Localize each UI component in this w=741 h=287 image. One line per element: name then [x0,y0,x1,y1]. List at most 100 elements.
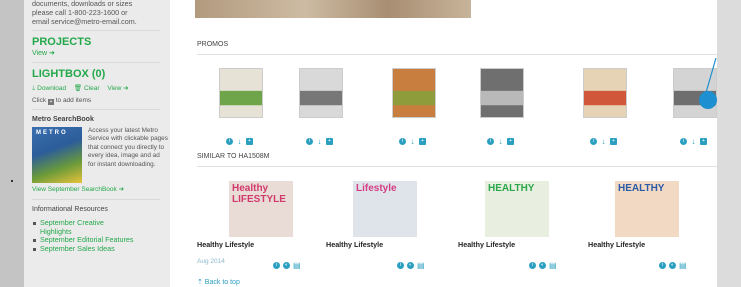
promo-image[interactable] [583,68,627,118]
similar-cover[interactable]: Healthy LIFESTYLE [229,181,293,237]
info-icon[interactable]: i [659,262,666,270]
promo-image[interactable] [480,68,524,118]
lightbox-download-link[interactable]: 🡓 Download [32,85,66,92]
download-icon[interactable]: ↓ [236,138,243,146]
info-icon[interactable]: i [590,138,597,146]
lightbox-actions: 🡓 Download 🗑 Clear View ➔ [32,84,170,93]
divider [32,30,160,31]
promo-image[interactable] [219,68,263,118]
back-to-top-link[interactable]: ⇡ Back to top [197,278,240,286]
divider [32,109,160,110]
similar-title[interactable]: Healthy Lifestyle [588,240,645,249]
promo-actions: i ↓ + [306,133,346,146]
searchbook-cover[interactable]: METRO [32,127,82,183]
promo-thumbnail[interactable] [392,68,436,128]
resource-link[interactable]: September Creative Highlights [32,218,112,236]
page: documents, downloads or sizes please cal… [24,0,717,287]
cover-masthead: Lifestyle [356,183,397,194]
divider [197,54,717,55]
publish-date: Aug 2014 [197,258,225,265]
info-icon[interactable]: i [680,138,687,146]
info-icon[interactable]: i [487,138,494,146]
add-to-lightbox-icon[interactable]: + [700,138,707,146]
add-to-lightbox-icon[interactable]: + [246,138,253,146]
promo-thumbnail[interactable] [480,68,524,128]
lightbox-title: LIGHTBOX (0) [32,68,106,80]
lightbox-clear-link[interactable]: 🗑 Clear [74,85,100,92]
searchbook-cover-title: METRO [36,130,68,136]
info-icon[interactable]: i [397,262,404,270]
sidebar: documents, downloads or sizes please cal… [24,0,170,287]
hotspot-marker[interactable] [699,91,717,109]
divider [32,62,160,63]
lightbox-hint-post: to add items [55,97,92,104]
info-icon[interactable]: i [399,138,406,146]
similar-actions: i ◐ ▤ [397,257,427,270]
resource-link[interactable]: September Sales Ideas [32,244,170,254]
document-icon[interactable]: ▤ [293,262,301,270]
download-icon[interactable]: ↓ [409,138,416,146]
info-icon[interactable]: i [273,262,280,270]
backdrop-right [717,0,741,287]
lightbox-view-link[interactable]: View ➔ [107,85,128,92]
backdrop-left [0,0,24,287]
promo-actions: i ↓ + [680,133,717,146]
cover-masthead: Healthy LIFESTYLE [232,183,286,205]
globe-icon[interactable]: ◐ [539,262,546,270]
similar-title[interactable]: Healthy Lifestyle [458,240,515,249]
download-icon[interactable]: ↓ [316,138,323,146]
similar-cover[interactable]: Lifestyle [353,181,417,237]
resources-heading: Informational Resources [32,206,108,213]
info-icon[interactable]: i [226,138,233,146]
searchbook-view-link[interactable]: View September SearchBook ➔ [32,185,124,194]
promo-image[interactable] [299,68,343,118]
globe-icon[interactable]: ◐ [283,262,290,270]
projects-view-link[interactable]: View ➔ [32,49,170,58]
info-icon[interactable]: i [306,138,313,146]
promo-thumbnail[interactable] [299,68,343,128]
download-icon[interactable]: ↓ [690,138,697,146]
similar-label: SIMILAR TO HA1508M [197,153,270,160]
cover-masthead: HEALTHY [618,183,665,194]
searchbook-description: Access your latest Metro Service with cl… [88,127,168,168]
promo-image[interactable] [392,68,436,118]
similar-title[interactable]: Healthy Lifestyle [326,240,383,249]
globe-icon[interactable]: ◐ [669,262,676,270]
contact-info: documents, downloads or sizes please cal… [32,0,170,26]
add-to-lightbox-icon[interactable]: + [507,138,514,146]
searchbook-heading: Metro SearchBook [32,116,94,123]
promos-label: PROMOS [197,41,229,48]
promo-thumbnail[interactable] [583,68,627,128]
similar-title[interactable]: Healthy Lifestyle [197,240,254,249]
hero-image [195,0,471,18]
promo-actions: i ↓ + [226,133,266,146]
add-to-lightbox-icon[interactable]: + [610,138,617,146]
promo-thumbnail[interactable] [219,68,263,128]
promo-actions: i ↓ + [399,133,439,146]
document-icon[interactable]: ▤ [679,262,687,270]
similar-cover[interactable]: HEALTHY [485,181,549,237]
info-icon[interactable]: i [529,262,536,270]
divider [197,166,717,167]
backdrop-dot [11,180,13,182]
plus-icon: + [47,99,54,105]
globe-icon[interactable]: ◐ [407,262,414,270]
document-icon[interactable]: ▤ [549,262,557,270]
projects-title: PROJECTS [32,36,92,48]
similar-actions: i ◐ ▤ [659,257,689,270]
download-icon[interactable]: ↓ [600,138,607,146]
add-to-lightbox-icon[interactable]: + [326,138,333,146]
contact-line: please call 1-800-223-1600 or [32,8,128,17]
similar-cover[interactable]: HEALTHY [615,181,679,237]
add-to-lightbox-icon[interactable]: + [419,138,426,146]
contact-line: documents, downloads or sizes [32,0,133,8]
main-content: PROMOS i ↓ + i ↓ + i ↓ + i ↓ + i ↓ + i ↓ + SIMILAR TO HA1… [170,0,717,287]
searchbook-block: METRO Access your latest Metro Service w… [32,127,170,195]
cover-masthead: HEALTHY [488,183,535,194]
promo-actions: i ↓ + [487,133,527,146]
similar-actions: i ◐ ▤ [273,257,303,270]
document-icon[interactable]: ▤ [417,262,425,270]
similar-actions: i ◐ ▤ [529,257,559,270]
divider [32,199,160,200]
download-icon[interactable]: ↓ [497,138,504,146]
